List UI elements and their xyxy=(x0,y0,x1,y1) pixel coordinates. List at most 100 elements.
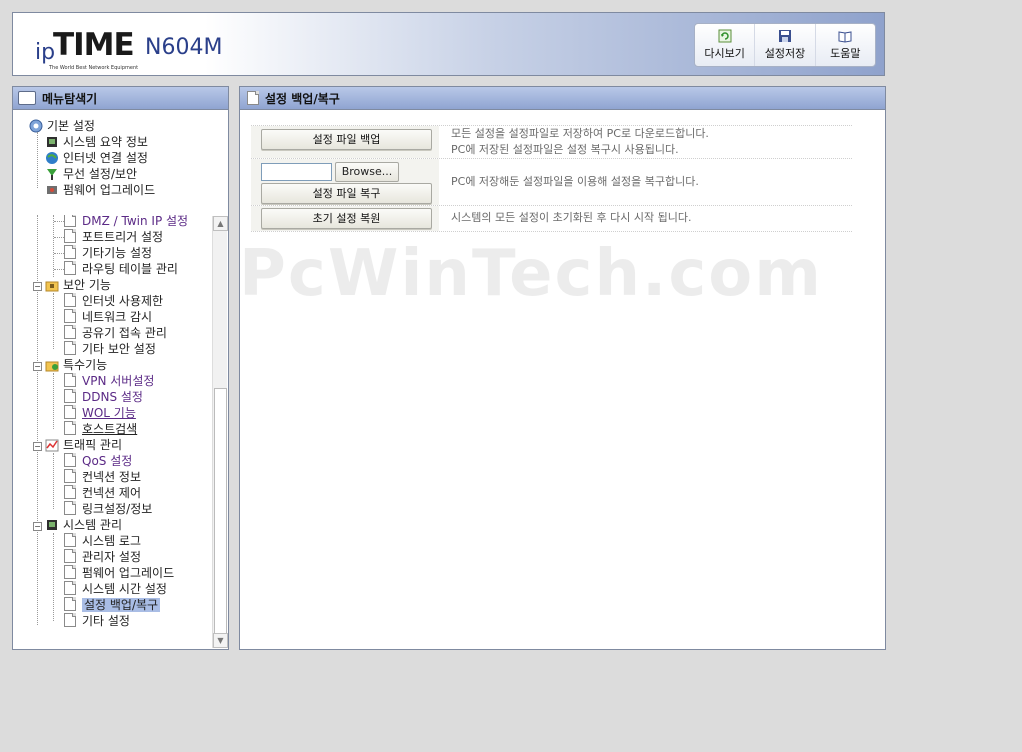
page-icon xyxy=(64,533,76,547)
traffic-chart-icon xyxy=(45,439,59,452)
save-disk-icon xyxy=(778,30,791,42)
sidebar-item-wol[interactable]: WOL 기능 xyxy=(52,405,136,421)
backup-row: 설정 파일 백업 모든 설정을 설정파일로 저장하여 PC로 다운로드합니다. … xyxy=(251,125,852,159)
toolbar: 다시보기 설정저장 도움말 xyxy=(694,23,876,67)
sidebar-item-wireless[interactable]: 무선 설정/보안 xyxy=(45,166,137,182)
book-icon xyxy=(838,31,852,43)
sidebar-item-routing-table[interactable]: 라우팅 테이블 관리 xyxy=(52,261,178,277)
main-title-bar: 설정 백업/복구 xyxy=(240,87,885,110)
page-icon xyxy=(64,597,76,611)
logo-tagline: The World Best Network Equipment xyxy=(49,65,139,71)
factory-reset-description: 시스템의 모든 설정이 초기화된 후 다시 시작 됩니다. xyxy=(451,211,692,224)
sidebar-item-backup-restore[interactable]: 설정 백업/복구 xyxy=(52,597,161,613)
sidebar-item-misc-security[interactable]: 기타 보안 설정 xyxy=(52,341,156,357)
main-panel: 설정 백업/복구 설정 파일 백업 모든 설정을 설정파일로 저장하여 PC로 … xyxy=(239,86,886,650)
page-icon xyxy=(64,325,76,339)
computer-icon xyxy=(47,137,57,147)
menu-explorer-title-bar: 메뉴탐색기 xyxy=(13,87,228,110)
header: ip TIME N604M The World Best Network Equ… xyxy=(12,12,885,76)
page-title: 설정 백업/복구 xyxy=(265,91,340,106)
sidebar-item-internet-restrict[interactable]: 인터넷 사용제한 xyxy=(52,293,163,309)
sidebar-item-misc-functions[interactable]: 기타기능 설정 xyxy=(52,245,152,261)
menu-explorer-title: 메뉴탐색기 xyxy=(42,91,98,106)
page-icon xyxy=(64,309,76,323)
menu-explorer: 메뉴탐색기 기본 설정 시스템 요약 정보 인터넷 연결 설정 무선 설정/보안… xyxy=(12,86,229,650)
sidebar-item-qos[interactable]: QoS 설정 xyxy=(52,453,132,469)
tree-group-security[interactable]: 보안 기능 xyxy=(45,277,111,293)
sidebar-item-admin-settings[interactable]: 관리자 설정 xyxy=(52,549,141,565)
factory-reset-row: 초기 설정 복원 시스템의 모든 설정이 초기화된 후 다시 시작 됩니다. xyxy=(251,205,852,232)
scrollbar-thumb[interactable] xyxy=(214,388,227,636)
page-icon xyxy=(64,485,76,499)
lock-folder-icon xyxy=(45,281,59,292)
page-icon xyxy=(64,261,76,275)
backup-restore-settings: 설정 파일 백업 모든 설정을 설정파일로 저장하여 PC로 다운로드합니다. … xyxy=(251,125,852,232)
sidebar-item-network-monitor[interactable]: 네트워크 감시 xyxy=(52,309,152,325)
sidebar-item-port-trigger[interactable]: 포트트리거 설정 xyxy=(52,229,163,245)
page-icon xyxy=(64,453,76,467)
restore-row: Browse... 설정 파일 복구 PC에 저장해둔 설정파일을 이용해 설정… xyxy=(251,158,852,206)
sidebar-item-connection-control[interactable]: 컨넥션 제어 xyxy=(52,485,141,501)
watermark: PcWinTech.com xyxy=(239,237,823,311)
page-icon xyxy=(64,613,76,627)
page-icon xyxy=(64,405,76,419)
sidebar-scrollbar[interactable]: ▲ ▼ xyxy=(212,216,228,648)
collapse-toggle-security[interactable]: − xyxy=(33,282,42,291)
sidebar-item-system-time[interactable]: 시스템 시간 설정 xyxy=(52,581,167,597)
backup-description: 모든 설정을 설정파일로 저장하여 PC로 다운로드합니다. PC에 저장된 설… xyxy=(451,127,709,156)
system-computer-icon xyxy=(47,520,57,530)
save-settings-label: 설정저장 xyxy=(764,47,806,60)
page-icon xyxy=(64,501,76,515)
page-icon xyxy=(64,373,76,387)
page-icon xyxy=(64,581,76,595)
sidebar-item-misc-settings[interactable]: 기타 설정 xyxy=(52,613,130,629)
page-icon xyxy=(64,245,76,259)
special-folder-icon xyxy=(45,361,59,372)
sidebar-item-ddns[interactable]: DDNS 설정 xyxy=(52,389,143,405)
collapse-toggle-special[interactable]: − xyxy=(33,362,42,371)
page-icon xyxy=(64,215,76,227)
wireless-antenna-icon xyxy=(47,169,57,180)
globe-icon xyxy=(46,152,58,164)
page-icon xyxy=(64,341,76,355)
sidebar-item-connection-info[interactable]: 컨넥션 정보 xyxy=(52,469,141,485)
sidebar-item-system-log[interactable]: 시스템 로그 xyxy=(52,533,141,549)
sidebar-item-firmware-upgrade[interactable]: 펌웨어 업그레이드 xyxy=(45,182,155,198)
logo-time-text: TIME xyxy=(53,27,135,63)
tree-group-system[interactable]: 시스템 관리 xyxy=(45,517,122,533)
firmware-chip-icon xyxy=(47,186,57,194)
tree-group-special[interactable]: 특수기능 xyxy=(45,357,107,373)
sidebar-item-internet-connection[interactable]: 인터넷 연결 설정 xyxy=(45,150,148,166)
folder-icon xyxy=(18,91,36,105)
restore-file-button[interactable]: 설정 파일 복구 xyxy=(261,183,432,204)
refresh-label: 다시보기 xyxy=(704,47,745,60)
file-path-input[interactable] xyxy=(261,163,332,181)
page-icon xyxy=(64,389,76,403)
tree-group-traffic[interactable]: 트래픽 관리 xyxy=(45,437,122,453)
backup-file-button[interactable]: 설정 파일 백업 xyxy=(261,129,432,150)
sidebar-item-dmz[interactable]: DMZ / Twin IP 설정 xyxy=(52,215,188,229)
sidebar-item-vpn-server[interactable]: VPN 서버설정 xyxy=(52,373,154,389)
gear-globe-icon xyxy=(29,119,43,133)
refresh-button[interactable]: 다시보기 xyxy=(695,24,756,66)
scroll-up-arrow-icon[interactable]: ▲ xyxy=(213,216,228,231)
sidebar-item-firmware-upgrade-2[interactable]: 펌웨어 업그레이드 xyxy=(52,565,174,581)
factory-reset-button[interactable]: 초기 설정 복원 xyxy=(261,208,432,229)
browse-button[interactable]: Browse... xyxy=(335,162,399,182)
collapse-toggle-system[interactable]: − xyxy=(33,522,42,531)
sidebar-item-host-search[interactable]: 호스트검색 xyxy=(52,421,137,437)
sidebar-item-system-summary[interactable]: 시스템 요약 정보 xyxy=(45,134,148,150)
scroll-down-arrow-icon[interactable]: ▼ xyxy=(213,633,228,648)
save-settings-button[interactable]: 설정저장 xyxy=(755,24,816,66)
tree-root-basic[interactable]: 기본 설정 xyxy=(29,118,95,134)
collapse-toggle-traffic[interactable]: − xyxy=(33,442,42,451)
selected-menu-item: 설정 백업/복구 xyxy=(82,598,161,612)
page-icon xyxy=(64,549,76,563)
advanced-tree-scroll-area[interactable]: DMZ / Twin IP 설정 포트트리거 설정 기타기능 설정 라우팅 테이… xyxy=(14,215,214,647)
sidebar-item-router-access[interactable]: 공유기 접속 관리 xyxy=(52,325,167,341)
sidebar-item-link-settings[interactable]: 링크설정/정보 xyxy=(52,501,152,517)
page-icon xyxy=(247,91,259,105)
help-label: 도움말 xyxy=(830,47,861,60)
help-button[interactable]: 도움말 xyxy=(816,24,875,66)
page-icon xyxy=(64,469,76,483)
